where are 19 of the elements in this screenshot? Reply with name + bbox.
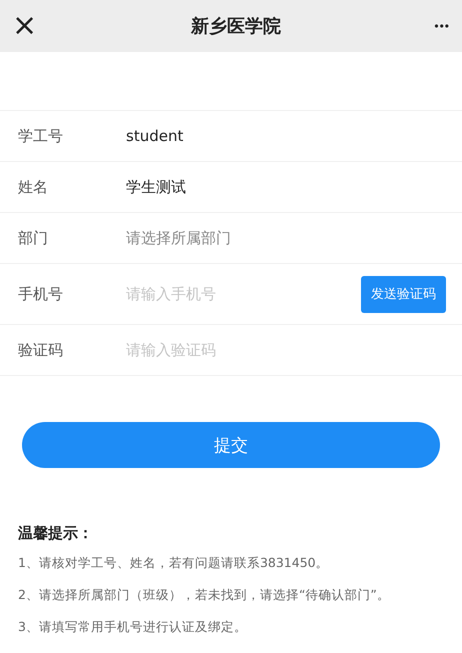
input-field[interactable]: 请输入手机号 [126, 285, 361, 303]
field-value: student [126, 127, 184, 145]
field-value: 学生测试 [126, 178, 187, 196]
department-select[interactable]: 请选择所属部门 [126, 228, 446, 248]
field-label: 手机号 [18, 284, 64, 304]
tip-text: 2、请选择所属部门（班级），若未找到，请选择“待确认部门”。 [18, 587, 391, 604]
more-button[interactable]: ••• [434, 19, 450, 33]
tip-text: 3、请填写常用手机号进行认证及绑定。 [18, 619, 248, 636]
field-label: 姓名 [18, 178, 49, 196]
field-label: 验证码 [18, 340, 64, 360]
tips-title: 温馨提示： [18, 524, 94, 543]
field-label: 学工号 [18, 126, 64, 146]
submit-button[interactable]: 提交 [22, 422, 440, 468]
tip-text: 1、请核对学工号、姓名，若有问题请联系3831450。 [18, 555, 330, 572]
input-field[interactable]: 请输入验证码 [126, 341, 446, 359]
send-code-button[interactable]: 发送验证码 [361, 276, 446, 312]
field-label: 部门 [18, 228, 49, 248]
close-button[interactable]: × [12, 11, 38, 41]
page-title: 新乡医学院 [190, 15, 281, 38]
